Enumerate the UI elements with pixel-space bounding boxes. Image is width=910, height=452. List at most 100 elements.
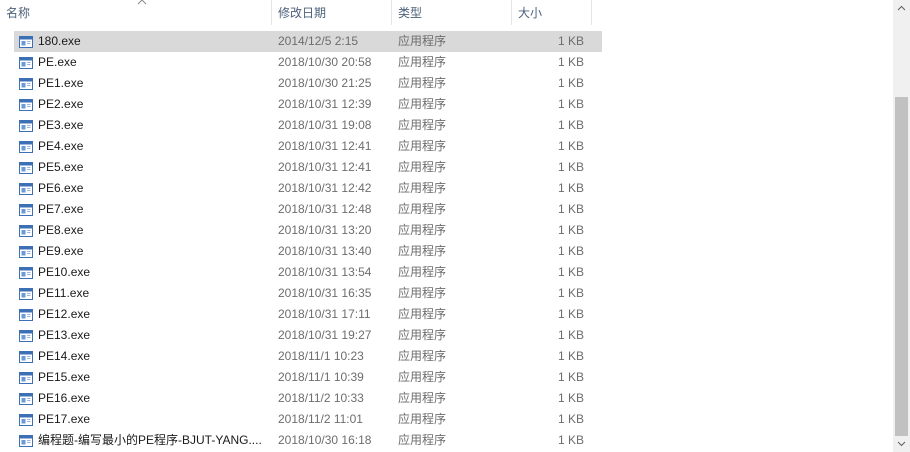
- file-name: PE11.exe: [38, 286, 90, 300]
- file-type: 应用程序: [398, 97, 447, 111]
- exe-file-icon: [18, 55, 34, 71]
- exe-file-icon: [18, 223, 34, 239]
- column-header-date[interactable]: 修改日期: [272, 0, 392, 25]
- file-row[interactable]: PE13.exe 2018/10/31 19:27 应用程序 1 KB: [14, 325, 602, 346]
- file-name: 编程题-编写最小的PE程序-BJUT-YANG....: [38, 433, 262, 447]
- file-date-modified: 2018/11/2 11:01: [278, 412, 363, 426]
- file-date-modified: 2018/10/31 12:39: [278, 97, 372, 111]
- file-name: PE16.exe: [38, 391, 91, 405]
- exe-file-icon: [18, 328, 34, 344]
- file-row[interactable]: PE4.exe 2018/10/31 12:41 应用程序 1 KB: [14, 136, 602, 157]
- file-size: 1 KB: [557, 370, 584, 384]
- file-size: 1 KB: [557, 139, 584, 153]
- file-date-modified: 2018/11/1 10:23: [278, 349, 364, 363]
- file-name: PE2.exe: [38, 97, 84, 111]
- file-row[interactable]: PE8.exe 2018/10/31 13:20 应用程序 1 KB: [14, 220, 602, 241]
- file-row[interactable]: PE17.exe 2018/11/2 11:01 应用程序 1 KB: [14, 409, 602, 430]
- exe-file-icon: [18, 34, 34, 50]
- file-row[interactable]: 编程题-编写最小的PE程序-BJUT-YANG.... 2018/10/30 16…: [14, 430, 602, 451]
- column-header-size[interactable]: 大小: [512, 0, 592, 25]
- file-name: PE8.exe: [38, 223, 84, 237]
- file-date-modified: 2018/10/31 12:41: [278, 160, 372, 174]
- exe-file-icon: [18, 433, 34, 449]
- file-row[interactable]: PE5.exe 2018/10/31 12:41 应用程序 1 KB: [14, 157, 602, 178]
- file-size: 1 KB: [557, 244, 584, 258]
- file-type: 应用程序: [398, 181, 447, 195]
- column-header-name-label: 名称: [6, 6, 31, 20]
- file-date-modified: 2018/10/31 19:27: [278, 328, 372, 342]
- file-name: PE14.exe: [38, 349, 91, 363]
- file-row[interactable]: PE.exe 2018/10/30 20:58 应用程序 1 KB: [14, 52, 602, 73]
- file-type: 应用程序: [398, 118, 447, 132]
- column-header-type[interactable]: 类型: [392, 0, 512, 25]
- vertical-scrollbar[interactable]: [893, 0, 910, 452]
- file-type: 应用程序: [398, 34, 447, 48]
- exe-file-icon: [18, 139, 34, 155]
- file-name: PE13.exe: [38, 328, 91, 342]
- file-row[interactable]: PE3.exe 2018/10/31 19:08 应用程序 1 KB: [14, 115, 602, 136]
- file-size: 1 KB: [557, 223, 584, 237]
- file-row[interactable]: PE7.exe 2018/10/31 12:48 应用程序 1 KB: [14, 199, 602, 220]
- file-name: PE17.exe: [38, 412, 91, 426]
- file-size: 1 KB: [557, 202, 584, 216]
- file-row[interactable]: PE11.exe 2018/10/31 16:35 应用程序 1 KB: [14, 283, 602, 304]
- file-row[interactable]: PE12.exe 2018/10/31 17:11 应用程序 1 KB: [14, 304, 602, 325]
- file-row[interactable]: PE14.exe 2018/11/1 10:23 应用程序 1 KB: [14, 346, 602, 367]
- file-date-modified: 2018/10/31 12:41: [278, 139, 372, 153]
- scroll-down-icon[interactable]: [893, 435, 910, 452]
- file-name: PE1.exe: [38, 76, 84, 90]
- exe-file-icon: [18, 286, 34, 302]
- file-row[interactable]: PE1.exe 2018/10/30 21:25 应用程序 1 KB: [14, 73, 602, 94]
- scroll-up-icon[interactable]: [893, 0, 910, 17]
- file-row[interactable]: PE15.exe 2018/11/1 10:39 应用程序 1 KB: [14, 367, 602, 388]
- file-date-modified: 2018/10/31 17:11: [278, 307, 371, 321]
- file-row[interactable]: PE6.exe 2018/10/31 12:42 应用程序 1 KB: [14, 178, 602, 199]
- file-date-modified: 2018/10/31 12:48: [278, 202, 372, 216]
- file-size: 1 KB: [557, 55, 584, 69]
- file-date-modified: 2018/11/2 10:33: [278, 391, 364, 405]
- file-size: 1 KB: [557, 412, 584, 426]
- file-size: 1 KB: [557, 265, 584, 279]
- file-type: 应用程序: [398, 265, 447, 279]
- file-size: 1 KB: [557, 286, 584, 300]
- file-name: PE10.exe: [38, 265, 91, 279]
- file-size: 1 KB: [557, 181, 584, 195]
- exe-file-icon: [18, 370, 34, 386]
- file-date-modified: 2018/10/31 13:54: [278, 265, 372, 279]
- file-type: 应用程序: [398, 328, 447, 342]
- file-row[interactable]: PE10.exe 2018/10/31 13:54 应用程序 1 KB: [14, 262, 602, 283]
- exe-file-icon: [18, 265, 34, 281]
- file-name: PE4.exe: [38, 139, 84, 153]
- exe-file-icon: [18, 412, 34, 428]
- file-date-modified: 2014/12/5 2:15: [278, 34, 359, 48]
- file-type: 应用程序: [398, 76, 447, 90]
- file-size: 1 KB: [557, 349, 584, 363]
- file-type: 应用程序: [398, 244, 447, 258]
- file-type: 应用程序: [398, 55, 447, 69]
- scrollbar-thumb[interactable]: [895, 97, 908, 436]
- exe-file-icon: [18, 160, 34, 176]
- file-row[interactable]: PE2.exe 2018/10/31 12:39 应用程序 1 KB: [14, 94, 602, 115]
- file-name: PE6.exe: [38, 181, 84, 195]
- file-date-modified: 2018/10/31 19:08: [278, 118, 372, 132]
- file-date-modified: 2018/10/31 13:40: [278, 244, 372, 258]
- file-row[interactable]: 180.exe 2014/12/5 2:15 应用程序 1 KB: [14, 31, 602, 52]
- file-size: 1 KB: [557, 160, 584, 174]
- file-size: 1 KB: [557, 118, 584, 132]
- file-type: 应用程序: [398, 160, 447, 174]
- file-name: 180.exe: [38, 34, 81, 48]
- column-header-name[interactable]: 名称: [0, 0, 272, 25]
- file-name: PE5.exe: [38, 160, 84, 174]
- sort-ascending-icon: [137, 0, 147, 5]
- file-date-modified: 2018/10/30 20:58: [278, 55, 372, 69]
- file-row[interactable]: PE9.exe 2018/10/31 13:40 应用程序 1 KB: [14, 241, 602, 262]
- file-size: 1 KB: [557, 433, 584, 447]
- column-header-type-label: 类型: [398, 6, 423, 20]
- file-row[interactable]: PE16.exe 2018/11/2 10:33 应用程序 1 KB: [14, 388, 602, 409]
- file-type: 应用程序: [398, 433, 447, 447]
- exe-file-icon: [18, 181, 34, 197]
- column-header-size-label: 大小: [518, 6, 543, 20]
- column-header-bar: 名称 修改日期 类型 大小: [0, 0, 592, 25]
- file-name: PE7.exe: [38, 202, 84, 216]
- file-type: 应用程序: [398, 370, 447, 384]
